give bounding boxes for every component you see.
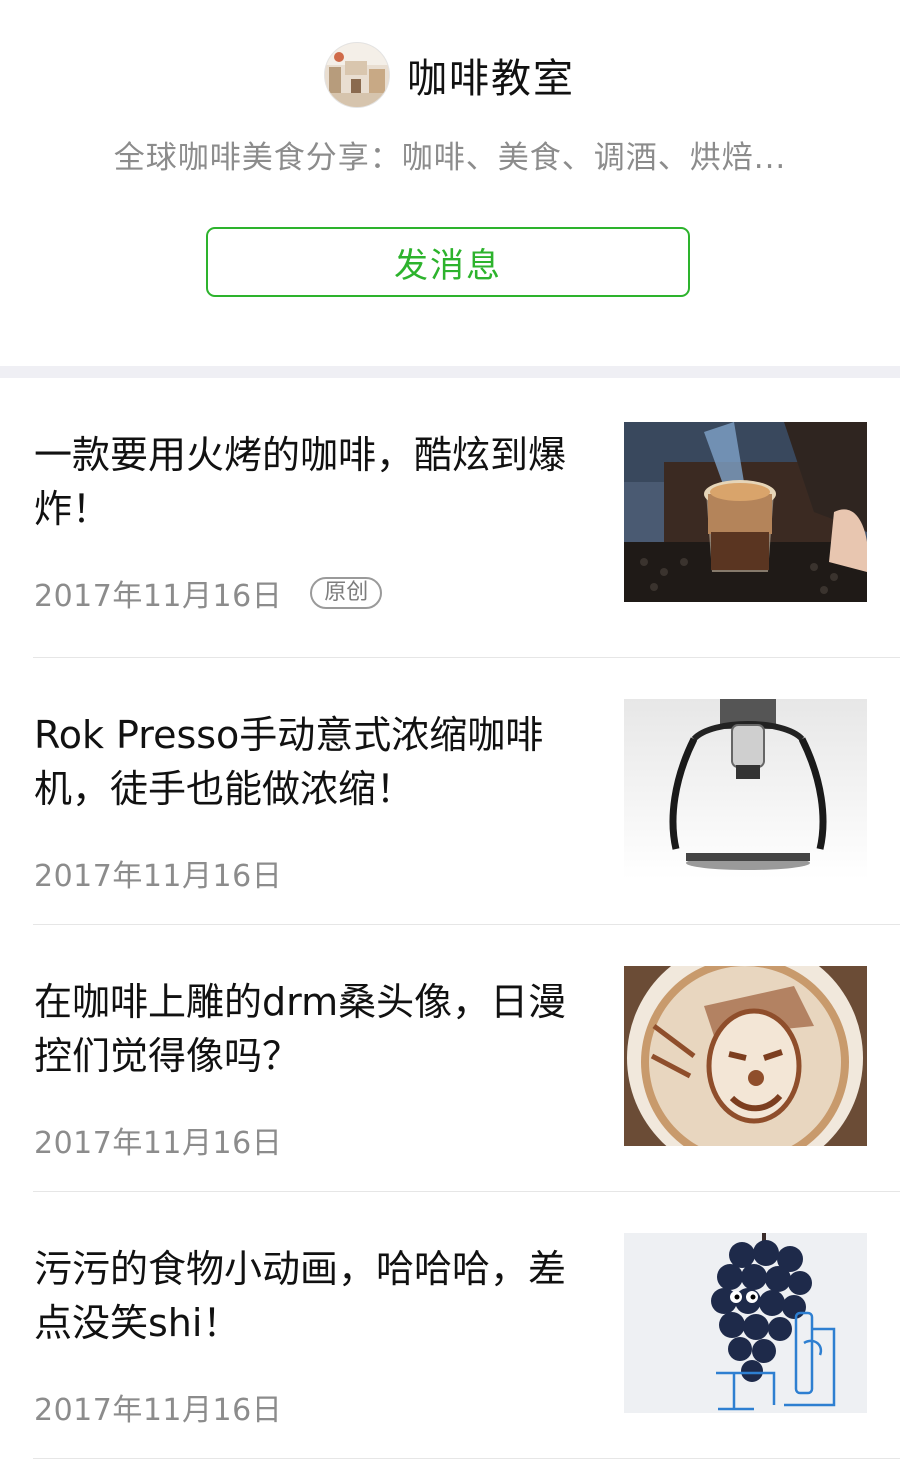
- original-badge: 原创: [310, 577, 383, 609]
- article-title[interactable]: 在咖啡上雕的drm桑头像，日漫控们觉得像吗？: [34, 975, 594, 1083]
- article-title[interactable]: 污污的食物小动画，哈哈哈，差点没笑shi！: [34, 1242, 594, 1350]
- torched-coffee-image[interactable]: [624, 422, 867, 602]
- article-item[interactable]: 一款要用火烤的咖啡，酷炫到爆炸！ 2017年11月16日 原创: [0, 378, 900, 658]
- article-title[interactable]: 一款要用火烤的咖啡，酷炫到爆炸！: [34, 428, 594, 536]
- article-title[interactable]: Rok Presso手动意式浓缩咖啡机，徒手也能做浓缩！: [34, 708, 594, 816]
- account-description: 全球咖啡美食分享：咖啡、美食、调酒、烘焙...: [113, 140, 787, 176]
- grapes-cartoon-image[interactable]: [624, 1233, 867, 1413]
- article-item[interactable]: 污污的食物小动画，哈哈哈，差点没笑shi！ 2017年11月16日: [0, 1192, 900, 1459]
- article-meta: 2017年11月16日: [34, 1120, 283, 1161]
- article-meta: 2017年11月16日: [34, 853, 283, 894]
- article-list: 一款要用火烤的咖啡，酷炫到爆炸！ 2017年11月16日 原创 Rok Pres…: [0, 378, 900, 1459]
- article-item[interactable]: 在咖啡上雕的drm桑头像，日漫控们觉得像吗？ 2017年11月16日: [0, 925, 900, 1192]
- latte-art-image[interactable]: [624, 966, 867, 1146]
- article-item[interactable]: Rok Presso手动意式浓缩咖啡机，徒手也能做浓缩！ 2017年11月16日: [0, 658, 900, 925]
- article-date: 2017年11月16日: [34, 1393, 283, 1428]
- article-date: 2017年11月16日: [34, 579, 283, 614]
- article-meta: 2017年11月16日 原创: [34, 573, 383, 614]
- account-profile: 咖啡教室 全球咖啡美食分享：咖啡、美食、调酒、烘焙... 发消息: [0, 0, 900, 366]
- article-meta: 2017年11月16日: [34, 1387, 283, 1428]
- account-header: 咖啡教室: [0, 42, 900, 108]
- section-separator: [0, 366, 900, 378]
- send-message-button[interactable]: 发消息: [206, 227, 690, 297]
- article-date: 2017年11月16日: [34, 859, 283, 894]
- account-name: 咖啡教室: [407, 56, 575, 102]
- espresso-machine-image[interactable]: [624, 699, 867, 879]
- article-date: 2017年11月16日: [34, 1126, 283, 1161]
- avatar[interactable]: [325, 43, 389, 107]
